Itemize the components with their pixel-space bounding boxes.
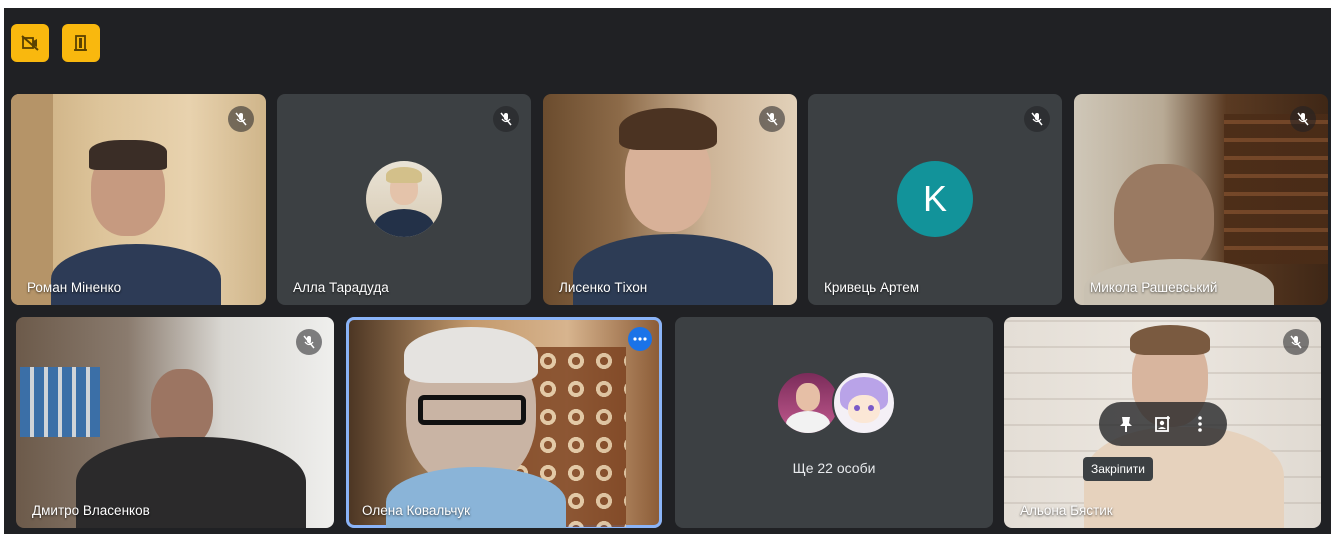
participant-avatar xyxy=(832,371,896,435)
mic-off-icon xyxy=(303,335,315,349)
exit-room-button[interactable] xyxy=(62,24,100,62)
participant-name: Алла Тарадуда xyxy=(293,280,389,295)
video-person xyxy=(1130,325,1210,355)
avatar-initial: K xyxy=(922,178,947,219)
video-person xyxy=(1114,164,1214,274)
mic-off-icon xyxy=(235,112,247,126)
mic-muted-indicator xyxy=(228,106,254,132)
mic-off-icon xyxy=(500,112,512,126)
participant-name: Кривець Артем xyxy=(824,280,919,295)
mic-muted-indicator xyxy=(1283,329,1309,355)
tile-hover-controls xyxy=(1099,402,1227,446)
pin-icon xyxy=(1119,417,1132,432)
participant-name: Лисенко Тіхон xyxy=(559,280,648,295)
mic-off-icon xyxy=(766,112,778,126)
door-exit-icon xyxy=(74,35,87,51)
participant-avatar: K xyxy=(897,161,973,237)
participant-avatar xyxy=(366,161,442,237)
meeting-stage: Роман Міненко Алла Тарадуда Лисенко Тіхо… xyxy=(4,8,1331,534)
tile-more-options-button[interactable] xyxy=(1183,407,1217,441)
participant-tile[interactable]: Дмитро Власенков xyxy=(16,317,334,528)
camera-off-icon xyxy=(21,35,39,51)
video-background xyxy=(1224,114,1328,264)
pin-tooltip: Закріпити xyxy=(1083,457,1153,481)
participant-name: Роман Міненко xyxy=(27,280,122,295)
mic-muted-indicator xyxy=(759,106,785,132)
video-background xyxy=(11,94,53,305)
more-vertical-icon xyxy=(1198,416,1203,432)
more-participants-tile[interactable]: Ще 22 особи xyxy=(675,317,993,528)
mic-muted-indicator xyxy=(1290,106,1316,132)
pin-button[interactable] xyxy=(1109,407,1143,441)
mic-muted-indicator xyxy=(296,329,322,355)
tile-more-options-button[interactable] xyxy=(628,327,652,351)
video-person xyxy=(89,140,167,170)
mic-off-icon xyxy=(1290,335,1302,349)
video-person xyxy=(418,395,526,425)
video-background xyxy=(20,367,100,437)
participant-avatar xyxy=(776,371,840,435)
participant-tile[interactable]: K Кривець Артем xyxy=(808,94,1062,305)
participant-tile[interactable]: Закріпити Альона Бястик xyxy=(1004,317,1321,528)
portrait-frame-icon xyxy=(1155,416,1170,432)
mic-muted-indicator xyxy=(493,106,519,132)
mic-muted-indicator xyxy=(1024,106,1050,132)
participant-name: Микола Рашевський xyxy=(1090,280,1218,295)
participant-tile[interactable]: Роман Міненко xyxy=(11,94,266,305)
video-person xyxy=(386,467,566,528)
video-person xyxy=(404,327,538,383)
participant-tile[interactable]: Лисенко Тіхон xyxy=(543,94,797,305)
mic-off-icon xyxy=(1031,112,1043,126)
more-horizontal-icon xyxy=(633,337,647,341)
frame-participant-button[interactable] xyxy=(1146,407,1180,441)
mic-off-icon xyxy=(1297,112,1309,126)
participant-tile-active[interactable]: Олена Ковальчук xyxy=(346,317,662,528)
video-person xyxy=(619,108,717,150)
video-person xyxy=(51,244,221,305)
participant-name: Дмитро Власенков xyxy=(32,503,150,518)
video-person xyxy=(151,369,213,447)
camera-off-button[interactable] xyxy=(11,24,49,62)
participant-tile[interactable]: Микола Рашевський xyxy=(1074,94,1328,305)
participant-name: Олена Ковальчук xyxy=(362,503,471,518)
more-participants-label: Ще 22 особи xyxy=(792,460,876,476)
participant-tile[interactable]: Алла Тарадуда xyxy=(277,94,531,305)
participant-name: Альона Бястик xyxy=(1020,503,1113,518)
